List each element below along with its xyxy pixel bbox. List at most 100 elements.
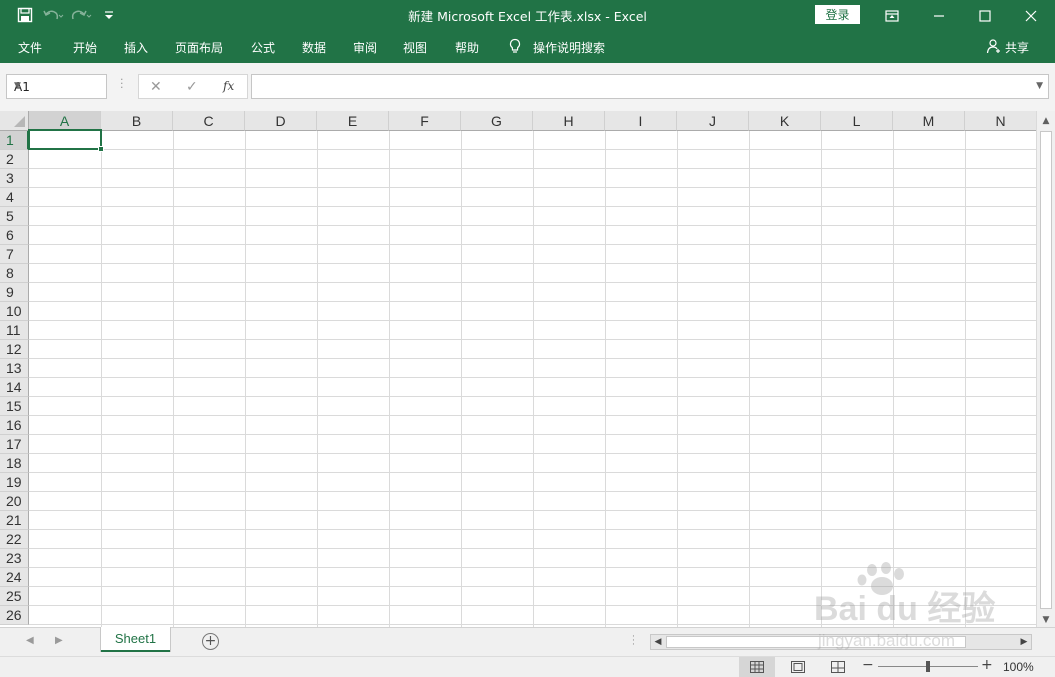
row-header-17[interactable]: 17 [0, 435, 29, 454]
row-header-13[interactable]: 13 [0, 359, 29, 378]
minimize-icon[interactable] [916, 0, 962, 31]
row-header-15[interactable]: 15 [0, 397, 29, 416]
vertical-scrollbar[interactable]: ▲ ▼ [1036, 111, 1055, 630]
column-header-m[interactable]: M [893, 111, 965, 131]
column-header-k[interactable]: K [749, 111, 821, 131]
login-button[interactable]: 登录 [815, 5, 860, 24]
page-break-view-icon[interactable] [820, 657, 856, 677]
zoom-out-button[interactable]: − [862, 657, 874, 673]
zoom-slider-thumb[interactable] [926, 661, 930, 672]
column-header-l[interactable]: L [821, 111, 893, 131]
name-box[interactable]: A1 ▼ [6, 74, 107, 99]
page-layout-view-icon[interactable] [780, 657, 816, 677]
column-header-g[interactable]: G [461, 111, 533, 131]
tab-page-layout[interactable]: 页面布局 [175, 39, 223, 56]
row-gridline [29, 396, 1036, 397]
normal-view-icon[interactable] [739, 657, 775, 677]
zoom-in-button[interactable]: + [981, 657, 993, 673]
vertical-scroll-thumb[interactable] [1040, 131, 1052, 609]
row-header-22[interactable]: 22 [0, 530, 29, 549]
row-header-9[interactable]: 9 [0, 283, 29, 302]
column-header-h[interactable]: H [533, 111, 605, 131]
row-header-2[interactable]: 2 [0, 150, 29, 169]
ribbon-tabs: 文件 开始 插入 页面布局 公式 数据 审阅 视图 帮助 操作说明搜索 共享 [0, 31, 1055, 63]
column-header-n[interactable]: N [965, 111, 1036, 131]
row-header-24[interactable]: 24 [0, 568, 29, 587]
row-gridline [29, 282, 1036, 283]
expand-formula-icon[interactable]: ▼ [1036, 81, 1043, 91]
cancel-icon[interactable]: ✕ [150, 79, 162, 95]
scroll-up-icon[interactable]: ▲ [1037, 112, 1055, 129]
column-header-c[interactable]: C [173, 111, 245, 131]
close-icon[interactable] [1008, 0, 1054, 31]
sheet-tab-sheet1[interactable]: Sheet1 [101, 627, 170, 652]
column-header-f[interactable]: F [389, 111, 461, 131]
column-header-b[interactable]: B [101, 111, 173, 131]
select-all-button[interactable] [0, 111, 29, 131]
formula-input[interactable]: ▼ [251, 74, 1049, 99]
maximize-icon[interactable] [962, 0, 1008, 31]
row-header-18[interactable]: 18 [0, 454, 29, 473]
fill-handle[interactable] [98, 146, 104, 152]
row-gridline [29, 225, 1036, 226]
share-label: 共享 [1005, 41, 1030, 55]
next-sheet-icon[interactable]: ▶ [55, 635, 63, 646]
row-header-16[interactable]: 16 [0, 416, 29, 435]
row-header-25[interactable]: 25 [0, 587, 29, 606]
row-header-4[interactable]: 4 [0, 188, 29, 207]
tab-insert[interactable]: 插入 [124, 39, 148, 56]
row-gridline [29, 206, 1036, 207]
tab-file[interactable]: 文件 [18, 39, 42, 56]
tab-data[interactable]: 数据 [302, 39, 326, 56]
ribbon-display-icon[interactable] [869, 0, 915, 31]
tab-view[interactable]: 视图 [403, 39, 427, 56]
row-gridline [29, 168, 1036, 169]
tab-help[interactable]: 帮助 [455, 39, 479, 56]
row-header-3[interactable]: 3 [0, 169, 29, 188]
row-header-12[interactable]: 12 [0, 340, 29, 359]
enter-icon[interactable]: ✓ [186, 79, 198, 95]
column-header-d[interactable]: D [245, 111, 317, 131]
row-header-8[interactable]: 8 [0, 264, 29, 283]
column-header-j[interactable]: J [677, 111, 749, 131]
row-header-11[interactable]: 11 [0, 321, 29, 340]
row-header-21[interactable]: 21 [0, 511, 29, 530]
row-header-7[interactable]: 7 [0, 245, 29, 264]
row-header-19[interactable]: 19 [0, 473, 29, 492]
person-icon [986, 38, 1002, 57]
column-header-a[interactable]: A [29, 111, 101, 131]
horizontal-scroll-thumb[interactable] [666, 636, 966, 648]
zoom-level[interactable]: 100% [1003, 660, 1034, 674]
row-header-6[interactable]: 6 [0, 226, 29, 245]
tab-formulas[interactable]: 公式 [251, 39, 275, 56]
share-button[interactable]: 共享 [986, 38, 1029, 57]
active-cell-a1[interactable] [28, 129, 104, 152]
horizontal-scrollbar[interactable]: ◀ ▶ [650, 634, 1032, 650]
tab-home[interactable]: 开始 [73, 39, 97, 56]
row-gridline [29, 548, 1036, 549]
worksheet-grid[interactable]: A B C D E F G H I J K L M N 1 2 3 4 5 6 7 8 9 10 11 12 13 14 15 16 17 1… [0, 111, 1036, 627]
row-header-10[interactable]: 10 [0, 302, 29, 321]
tab-splitter-icon[interactable]: · · · [632, 633, 636, 650]
row-gridline [29, 624, 1036, 625]
formula-bar-grip-icon[interactable]: · · · [120, 74, 124, 93]
scroll-down-icon[interactable]: ▼ [1037, 611, 1055, 628]
row-header-26[interactable]: 26 [0, 606, 29, 625]
row-header-1[interactable]: 1 [0, 131, 29, 150]
tab-review[interactable]: 审阅 [353, 39, 377, 56]
row-gridline [29, 339, 1036, 340]
name-box-dropdown-icon[interactable]: ▼ [14, 81, 102, 91]
row-header-5[interactable]: 5 [0, 207, 29, 226]
row-gridline [29, 149, 1036, 150]
column-header-e[interactable]: E [317, 111, 389, 131]
row-header-14[interactable]: 14 [0, 378, 29, 397]
column-header-i[interactable]: I [605, 111, 677, 131]
scroll-right-icon[interactable]: ▶ [1017, 636, 1031, 648]
prev-sheet-icon[interactable]: ◀ [26, 635, 34, 646]
scroll-left-icon[interactable]: ◀ [651, 636, 665, 648]
row-header-20[interactable]: 20 [0, 492, 29, 511]
tell-me-search[interactable]: 操作说明搜索 [533, 39, 605, 56]
insert-function-button[interactable]: fx [223, 79, 234, 93]
add-sheet-button[interactable]: + [202, 633, 219, 650]
row-header-23[interactable]: 23 [0, 549, 29, 568]
